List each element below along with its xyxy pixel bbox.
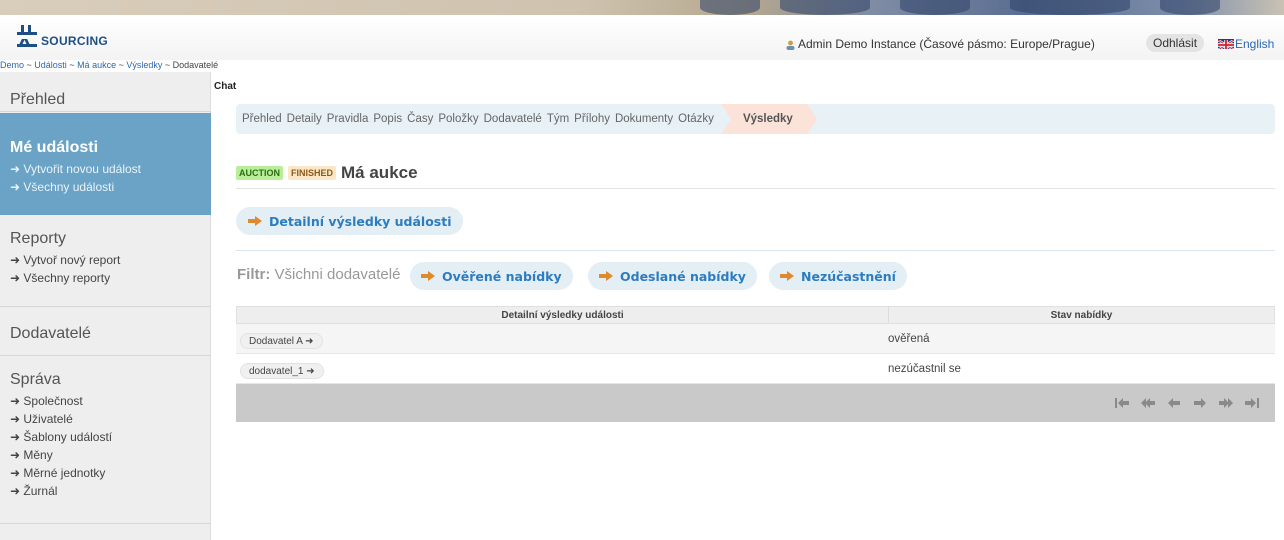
sidebar-link-journal[interactable]: ➜ Žurnál — [0, 482, 211, 500]
tab-team[interactable]: Tým — [547, 113, 569, 125]
sidebar-item-reports[interactable]: Reporty — [0, 230, 211, 248]
next-page-icon[interactable] — [1187, 393, 1213, 413]
sidebar-item-my-events[interactable]: Mé události — [0, 139, 211, 157]
pagination-bar — [236, 384, 1275, 422]
event-tabs: Přehled Detaily Pravidla Popis Časy Polo… — [236, 104, 1275, 134]
sidebar-link-currencies[interactable]: ➜ Měny — [0, 446, 211, 464]
table-header: Detailní výsledky události Stav nabídky — [236, 306, 1275, 324]
arrow-right-icon — [599, 271, 613, 281]
sidebar-item-admin[interactable]: Správa — [0, 371, 211, 389]
sidebar-section-overview[interactable]: Přehled — [0, 72, 211, 112]
logo[interactable]: SOURCING — [16, 25, 108, 47]
results-table: Detailní výsledky události Stav nabídky … — [236, 306, 1275, 422]
supplier-link[interactable]: dodavatel_1 ➜ — [240, 362, 324, 379]
filter-verified-button[interactable]: Ověřené nabídky — [410, 262, 573, 290]
breadcrumb: Demo ~ Události ~ Má aukce ~ Výsledky ~ … — [0, 60, 219, 70]
sidebar-link-templates[interactable]: ➜ Šablony událostí — [0, 428, 211, 446]
sidebar-link-company[interactable]: ➜ Společnost — [0, 392, 211, 410]
detailed-results-button[interactable]: Detailní výsledky události — [236, 207, 464, 235]
language-label: English — [1235, 37, 1275, 51]
arrow-right-icon — [248, 216, 262, 226]
event-title-row: AUCTION FINISHED Má aukce — [236, 163, 418, 183]
next-fast-icon[interactable] — [1213, 393, 1239, 413]
sidebar-item-suppliers[interactable]: Dodavatelé — [0, 325, 211, 343]
language-switch[interactable]: English — [1218, 37, 1274, 51]
arrow-right-icon — [421, 271, 435, 281]
arrow-right-icon — [780, 271, 794, 281]
filter-non-participants-button[interactable]: Nezúčastnění — [769, 262, 907, 290]
sidebar-item-overview[interactable]: Přehled — [0, 91, 211, 109]
breadcrumb-auction[interactable]: Má aukce — [77, 60, 116, 70]
status-badge: FINISHED — [288, 166, 337, 180]
sidebar-section-suppliers[interactable]: Dodavatelé — [0, 307, 211, 356]
table-row: dodavatel_1 ➜ nezúčastnil se — [236, 354, 1275, 384]
logo-icon — [16, 25, 40, 47]
prev-fast-icon[interactable] — [1135, 393, 1161, 413]
tab-details[interactable]: Detaily — [287, 113, 322, 125]
auction-badge: AUCTION — [236, 166, 283, 180]
breadcrumb-events[interactable]: Události — [34, 60, 67, 70]
breadcrumb-demo[interactable]: Demo — [0, 60, 24, 70]
filter-submitted-button[interactable]: Odeslané nabídky — [588, 262, 757, 290]
sidebar-section-admin: Správa ➜ Společnost ➜ Uživatelé ➜ Šablon… — [0, 356, 211, 524]
user-icon — [786, 39, 795, 50]
tab-rules[interactable]: Pravidla — [327, 113, 369, 125]
logo-text: SOURCING — [41, 34, 109, 48]
filter-label: Filtr: Všichni dodavatelé — [237, 266, 401, 283]
table-row: Dodavatel A ➜ ověřená — [236, 324, 1275, 354]
tab-attachments[interactable]: Přílohy — [574, 113, 610, 125]
sidebar-link-all-reports[interactable]: ➜ Všechny reporty — [0, 269, 211, 287]
tab-questions[interactable]: Otázky — [678, 113, 714, 125]
divider — [236, 250, 1275, 251]
chat-label[interactable]: Chat — [214, 81, 236, 92]
page-title: Má aukce — [341, 163, 418, 182]
top-header: SOURCING Admin Demo Instance (Časové pás… — [0, 15, 1284, 60]
tab-suppliers[interactable]: Dodavatelé — [484, 113, 542, 125]
sidebar-section-reports: Reporty ➜ Vytvoř nový report ➜ Všechny r… — [0, 215, 211, 307]
sidebar-section-my-events: Mé události ➜ Vytvořit novou událost ➜ V… — [0, 113, 211, 215]
sidebar-link-units[interactable]: ➜ Měrné jednotky — [0, 464, 211, 482]
filter-current: Všichni dodavatelé — [274, 266, 401, 283]
last-page-icon[interactable] — [1239, 393, 1265, 413]
column-header-status[interactable]: Stav nabídky — [889, 307, 1274, 323]
tab-times[interactable]: Časy — [407, 113, 433, 125]
tab-documents[interactable]: Dokumenty — [615, 113, 673, 125]
sidebar-link-new-report[interactable]: ➜ Vytvoř nový report — [0, 251, 211, 269]
uk-flag-icon — [1218, 39, 1234, 49]
tab-results[interactable]: Výsledky — [720, 104, 817, 134]
sidebar: Přehled Mé události ➜ Vytvořit novou udá… — [0, 72, 211, 540]
tab-overview[interactable]: Přehled — [242, 113, 282, 125]
bid-status: nezúčastnil se — [888, 362, 961, 375]
sidebar-link-users[interactable]: ➜ Uživatelé — [0, 410, 211, 428]
tab-items[interactable]: Položky — [438, 113, 478, 125]
bid-status: ověřená — [888, 332, 930, 345]
header-banner — [0, 0, 1284, 15]
breadcrumb-current: Dodavatelé — [172, 60, 219, 70]
column-header-results[interactable]: Detailní výsledky události — [237, 307, 889, 323]
user-info-label: Admin Demo Instance (Časové pásmo: Europ… — [798, 37, 1095, 51]
detailed-results-label: Detailní výsledky události — [269, 213, 452, 229]
sidebar-link-new-event[interactable]: ➜ Vytvořit novou událost — [0, 160, 211, 178]
sidebar-link-all-events[interactable]: ➜ Všechny události — [0, 178, 211, 196]
tab-description[interactable]: Popis — [373, 113, 402, 125]
prev-page-icon[interactable] — [1161, 393, 1187, 413]
logout-button[interactable]: Odhlásit — [1146, 34, 1205, 52]
user-info[interactable]: Admin Demo Instance (Časové pásmo: Europ… — [786, 37, 1095, 51]
supplier-link[interactable]: Dodavatel A ➜ — [240, 332, 323, 349]
breadcrumb-results[interactable]: Výsledky — [126, 60, 162, 70]
divider — [236, 188, 1275, 189]
first-page-icon[interactable] — [1109, 393, 1135, 413]
